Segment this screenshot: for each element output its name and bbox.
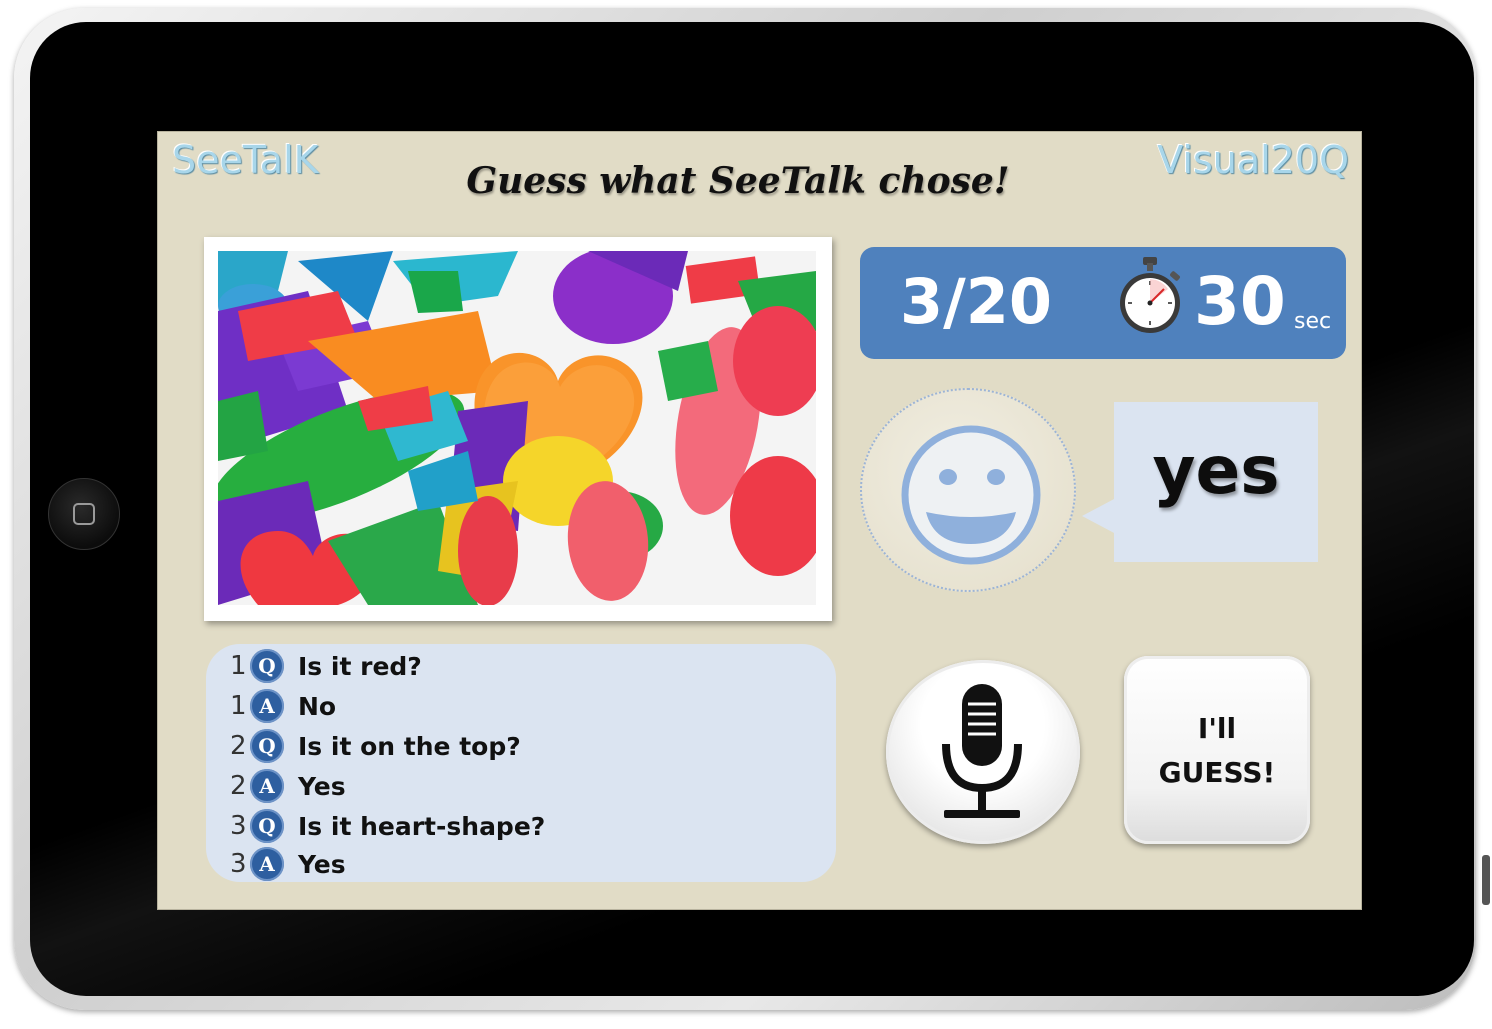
row-text: No [298,691,337,721]
guess-button-label-line2: GUESS! [1158,756,1276,789]
row-text: Yes [298,771,346,801]
status-panel: 3/20 30 sec [860,247,1346,359]
row-number: 2 [230,771,247,801]
qa-history-panel: 1 Q Is it red? 1 A No 2 Q Is it on the t… [206,644,836,882]
question-counter: 3/20 [900,265,1053,338]
avatar [860,388,1076,592]
list-item: 3 A Yes [230,846,346,882]
row-text: Yes [298,849,346,879]
row-text: Is it heart-shape? [298,811,546,841]
row-number: 2 [230,731,247,761]
row-text: Is it on the top? [298,731,521,761]
brand-seetalk: SeeTalK [172,138,319,182]
brand-visual20q: Visual20Q [1157,138,1349,182]
question-badge: Q [250,809,284,843]
app-screen: SeeTalK Visual20Q Guess what SeeTalk cho… [157,131,1362,910]
shapes-photo [218,251,816,605]
answer-text: yes [1152,432,1280,509]
list-item: 1 Q Is it red? [230,648,422,684]
answer-bubble: yes [1114,402,1318,562]
guess-button[interactable]: I'll GUESS! [1124,656,1310,844]
page-title: Guess what SeeTalk chose! [466,160,1010,202]
home-button-icon [73,503,95,525]
answer-badge: A [250,847,284,881]
row-number: 3 [230,811,247,841]
question-badge: Q [250,729,284,763]
list-item: 3 Q Is it heart-shape? [230,808,545,844]
side-button [1482,855,1490,905]
microphone-icon [932,682,1032,824]
timer-unit: sec [1294,309,1332,334]
speech-bubble-tail [1082,498,1116,534]
row-text: Is it red? [298,651,422,681]
row-number: 1 [230,651,247,681]
microphone-button[interactable] [886,660,1080,844]
row-number: 3 [230,849,247,879]
answer-badge: A [250,769,284,803]
home-button[interactable] [48,478,120,550]
timer-value: 30 [1194,263,1286,340]
list-item: 1 A No [230,688,336,724]
smiley-face-icon [898,422,1044,568]
row-number: 1 [230,691,247,721]
list-item: 2 A Yes [230,768,346,804]
answer-badge: A [250,689,284,723]
question-badge: Q [250,649,284,683]
guess-button-label-line1: I'll [1197,712,1237,745]
stopwatch-icon [1114,253,1186,337]
list-item: 2 Q Is it on the top? [230,728,521,764]
photo-frame [204,237,832,621]
